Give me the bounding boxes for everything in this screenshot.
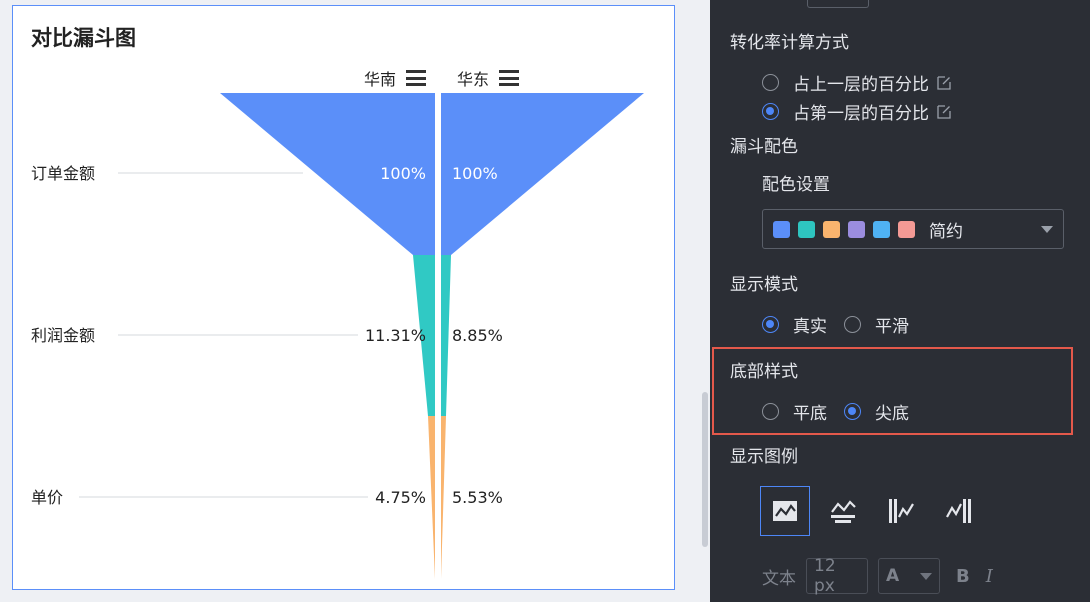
category-label: 单价 [31,488,63,507]
chart-card: 对比漏斗图 华南 华东 订单金额 100% 100% 利润金额 11.31% 8.85% 单… [12,5,675,590]
display-mode-section-title: 显示模式 [730,275,798,295]
conversion-option-first-label: 占第一层的百分比 [793,104,929,124]
chevron-down-icon [920,572,932,580]
legend-position-options [760,486,992,536]
legend-left-icon [889,499,914,523]
conversion-section-title: 转化率计算方式 [730,33,849,53]
font-color-select[interactable]: A [878,558,940,594]
data-label-right: 8.85% [452,326,503,345]
legend-right-icon [946,499,971,523]
show-legend-section-title: 显示图例 [730,447,798,467]
data-label-left: 4.75% [375,488,426,507]
color-swatch-3 [823,220,840,238]
italic-button[interactable]: I [986,566,993,587]
color-swatch-6 [898,220,915,238]
conversion-option-previous[interactable]: 占上一层的百分比 [762,70,951,95]
top-input-edge[interactable] [807,0,869,8]
settings-panel: 转化率计算方式 占上一层的百分比 占第一层的百分比 漏斗配色 配色设置 简约 显… [710,0,1090,602]
legend-top-icon [773,501,797,521]
radio-bottom-flat[interactable] [762,403,779,420]
legend-bottom-icon [831,500,856,523]
data-label-right: 5.53% [452,488,503,507]
chevron-down-icon [1041,226,1053,233]
display-mode-smooth-label: 平滑 [875,317,909,337]
font-size-input[interactable]: 12 px [806,556,868,596]
conversion-option-first[interactable]: 占第一层的百分比 [762,99,951,124]
color-swatch-5 [873,220,890,238]
edit-icon[interactable] [937,75,951,90]
display-mode-real[interactable]: 真实 [762,312,827,337]
radio-conversion-first[interactable] [762,103,779,120]
legend-left-option[interactable] [876,486,926,536]
color-scheme-select[interactable]: 简约 [762,209,1064,249]
funnel-segment-right-2 [441,255,451,416]
legend-bottom-option[interactable] [818,486,868,536]
bottom-style-section-title: 底部样式 [730,362,798,382]
bottom-style-flat[interactable]: 平底 [762,399,827,424]
color-settings-label: 配色设置 [762,175,830,195]
color-scheme-name: 简约 [929,221,963,242]
color-swatch-2 [798,220,815,238]
funnel-segment-right-3 [441,416,446,579]
text-style-label: 文本 [762,568,796,589]
legend-top-option[interactable] [760,486,810,536]
category-label: 利润金额 [31,326,95,345]
bottom-style-flat-label: 平底 [793,404,827,424]
font-color-letter: A [886,566,900,586]
data-label-right: 100% [452,164,498,183]
edit-icon[interactable] [937,104,951,119]
bold-button[interactable]: B [956,566,970,587]
radio-display-real[interactable] [762,316,779,333]
funnel-segment-left-3 [428,416,435,579]
color-swatch-1 [773,220,790,238]
panel-scrollbar-thumb[interactable] [702,392,708,547]
display-mode-smooth[interactable]: 平滑 [844,312,909,337]
radio-conversion-previous[interactable] [762,74,779,91]
funnel-chart: 订单金额 100% 100% 利润金额 11.31% 8.85% 单价 4.75% 5.53% [31,93,644,579]
radio-bottom-pointed[interactable] [844,403,861,420]
text-style-row: 文本 12 px A B I [762,556,993,596]
bottom-style-pointed[interactable]: 尖底 [844,399,909,424]
funnel-color-section-title: 漏斗配色 [730,137,798,157]
legend-right-option[interactable] [934,486,984,536]
data-label-left: 100% [380,164,426,183]
conversion-option-previous-label: 占上一层的百分比 [793,75,929,95]
data-label-left: 11.31% [365,326,426,345]
color-swatch-4 [848,220,865,238]
category-label: 订单金额 [31,164,95,183]
radio-display-smooth[interactable] [844,316,861,333]
bottom-style-pointed-label: 尖底 [875,404,909,424]
display-mode-real-label: 真实 [793,317,827,337]
